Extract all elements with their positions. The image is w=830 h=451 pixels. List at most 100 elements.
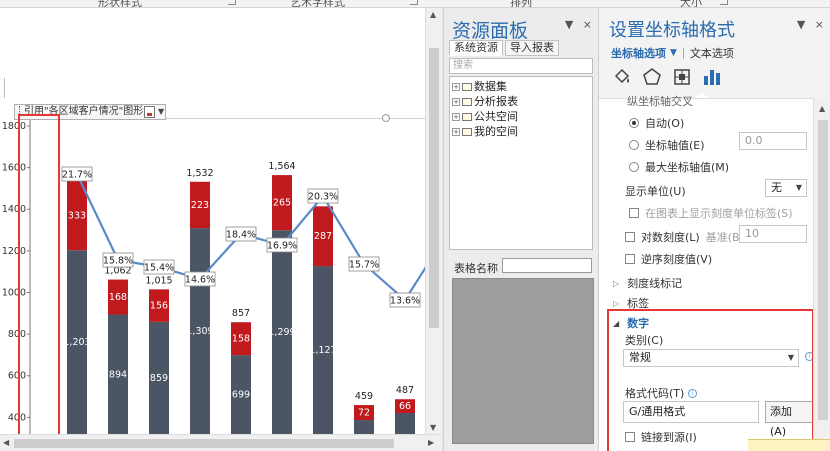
bar-base-label: 1,127: [309, 345, 336, 356]
ribbon-group-size: 大小: [680, 0, 702, 8]
axis-options-icon[interactable]: [701, 66, 723, 88]
section-labels[interactable]: ▷ 标签: [613, 295, 649, 311]
tick-marks-label: 刻度线标记: [627, 277, 683, 290]
scroll-thumb[interactable]: [14, 439, 394, 448]
canvas-vertical-scrollbar[interactable]: ▲ ▼: [425, 8, 442, 434]
expand-icon[interactable]: +: [452, 112, 460, 121]
resource-panel-title: 资源面板: [452, 20, 529, 42]
info-icon[interactable]: i: [688, 388, 698, 398]
chevron-down-icon[interactable]: ▼: [670, 48, 677, 58]
bar-total-label: 1,532: [186, 168, 213, 179]
bar-top-label: 158: [232, 334, 250, 345]
fill-line-icon[interactable]: [611, 66, 633, 88]
format-code-label: 格式代码(T) i: [625, 385, 698, 401]
dialog-launcher-icon[interactable]: [720, 0, 728, 5]
scroll-up-icon[interactable]: ▲: [819, 104, 825, 113]
dialog-launcher-icon[interactable]: [410, 0, 418, 5]
y-tick-label: 1400: [2, 204, 26, 215]
bar-total-label: 1,015: [145, 275, 172, 286]
section-number[interactable]: ◢ 数字: [613, 315, 649, 331]
add-button[interactable]: 添加(A): [765, 401, 813, 438]
chart-reference-tag[interactable]: 引用"各区域客户情况"图形 ▼: [14, 104, 167, 120]
panel-menu-icon[interactable]: ▼: [797, 18, 805, 31]
reverse-order-label: 逆序刻度值(V): [641, 253, 713, 266]
canvas-horizontal-scrollbar[interactable]: ◀ ▶: [0, 434, 442, 451]
tree-item-dataset[interactable]: + 数据集: [452, 79, 590, 94]
scroll-right-icon[interactable]: ▶: [428, 438, 434, 447]
close-icon[interactable]: ×: [583, 18, 592, 31]
checkbox-icon[interactable]: [625, 254, 635, 264]
drag-grip-icon[interactable]: [19, 106, 22, 116]
display-unit-select[interactable]: 无 ▼: [765, 179, 807, 197]
scroll-down-icon[interactable]: ▼: [430, 423, 436, 432]
line-data-label: 15.8%: [103, 256, 133, 267]
bar-top-label: 156: [150, 301, 168, 312]
panel-controls: ▼ ×: [791, 18, 824, 31]
resource-search-input[interactable]: 搜索: [449, 58, 593, 74]
tree-item-label: 数据集: [474, 80, 507, 93]
radio-max-axis-value[interactable]: 最大坐标轴值(M): [629, 159, 729, 175]
expand-icon[interactable]: +: [452, 127, 460, 136]
tree-item-analysis-report[interactable]: + 分析报表: [452, 94, 590, 109]
scroll-thumb[interactable]: [818, 120, 828, 420]
folder-icon: [462, 112, 472, 121]
size-properties-icon[interactable]: [671, 66, 693, 88]
radio-button-icon[interactable]: [629, 118, 639, 128]
ribbon-group-wordart-style: 艺术字样式: [290, 0, 345, 8]
checkbox-icon[interactable]: [629, 208, 639, 218]
expand-icon[interactable]: +: [452, 82, 460, 91]
expand-arrow-icon[interactable]: ▷: [613, 299, 619, 308]
tree-item-my-space[interactable]: + 我的空间: [452, 124, 590, 139]
reverse-order-checkbox[interactable]: 逆序刻度值(V): [625, 251, 712, 267]
line-data-label: 18.4%: [226, 230, 256, 241]
expand-icon[interactable]: +: [452, 97, 460, 106]
panel-menu-icon[interactable]: ▼: [565, 18, 573, 31]
table-name-input[interactable]: [502, 258, 592, 273]
scroll-up-icon[interactable]: ▲: [430, 10, 436, 19]
chevron-down-icon[interactable]: ▼: [158, 105, 164, 119]
chevron-down-icon[interactable]: ▼: [796, 180, 802, 196]
tab-axis-options[interactable]: 坐标轴选项: [611, 45, 666, 61]
checkbox-icon[interactable]: [625, 232, 635, 242]
dialog-launcher-icon[interactable]: [228, 0, 236, 5]
chart-picture-icon[interactable]: [144, 106, 156, 118]
format-code-input[interactable]: G/通用格式: [623, 401, 759, 423]
y-tick-label: 1200: [2, 246, 26, 257]
link-to-source-checkbox[interactable]: 链接到源(I): [625, 429, 697, 445]
bar-top-label: 265: [273, 198, 291, 209]
stacked-bar-line-chart[interactable]: 400 600 800 1000 1200 1400 1600 1800 1,203 333 1,5…: [0, 8, 425, 434]
show-unit-label-checkbox[interactable]: 在图表上显示刻度单位标签(S): [629, 205, 793, 221]
report-icon: [462, 97, 472, 106]
base-input[interactable]: 10: [739, 225, 807, 243]
radio-button-icon[interactable]: [629, 162, 639, 172]
format-pane-scrollbar[interactable]: ▲ ▼: [813, 98, 830, 451]
radio-auto-label: 自动(O): [645, 117, 685, 130]
tree-item-public-space[interactable]: + 公共空间: [452, 109, 590, 124]
close-icon[interactable]: ×: [815, 18, 824, 31]
bar-total-label: 487: [396, 385, 414, 396]
chevron-down-icon[interactable]: ▼: [788, 350, 794, 366]
tab-text-options[interactable]: 文本选项: [690, 45, 734, 61]
panel-controls: ▼ ×: [559, 18, 592, 31]
radio-button-icon[interactable]: [629, 140, 639, 150]
y-tick-label: 600: [8, 371, 26, 382]
line-data-label: 20.3%: [308, 192, 338, 203]
bar-base-label: 859: [150, 373, 168, 384]
log-scale-checkbox[interactable]: 对数刻度(L) 基准(B): [625, 229, 744, 245]
scroll-thumb[interactable]: [429, 48, 439, 328]
radio-axis-value[interactable]: 坐标轴值(E): [629, 137, 705, 153]
document-canvas[interactable]: 400 600 800 1000 1200 1400 1600 1800 1,203 333 1,5…: [0, 8, 425, 434]
checkbox-icon[interactable]: [625, 432, 635, 442]
section-tick-marks[interactable]: ▷ 刻度线标记: [613, 275, 682, 291]
collapse-arrow-icon[interactable]: ◢: [613, 319, 619, 328]
expand-arrow-icon[interactable]: ▷: [613, 279, 619, 288]
axis-value-input[interactable]: 0.0: [739, 132, 807, 150]
category-select[interactable]: 常规 ▼: [623, 349, 799, 367]
radio-auto[interactable]: 自动(O): [629, 115, 684, 131]
effects-icon[interactable]: [641, 66, 663, 88]
resource-tree: + 数据集 + 分析报表 + 公共空间 + 我的空间: [449, 76, 593, 250]
scroll-left-icon[interactable]: ◀: [3, 438, 9, 447]
tab-system-resources[interactable]: 系统资源: [449, 40, 503, 56]
bar-total-label: 857: [232, 308, 250, 319]
tab-import-report[interactable]: 导入报表: [505, 40, 559, 56]
